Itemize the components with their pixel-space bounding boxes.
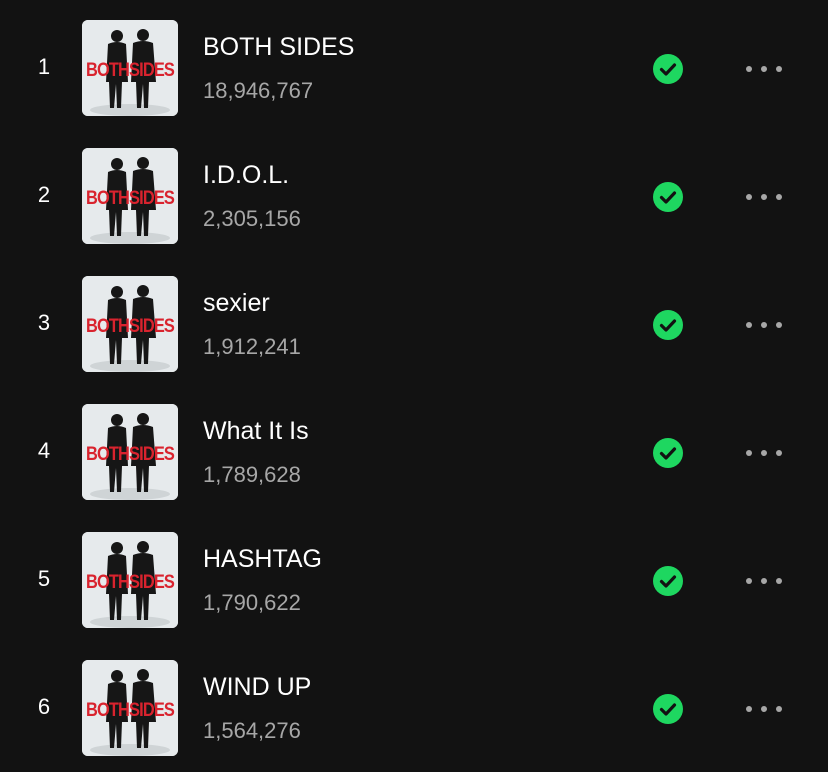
track-row[interactable]: 3 BOTHSIDES sexier 1,912,241 bbox=[0, 256, 828, 384]
track-play-count: 1,789,628 bbox=[203, 462, 301, 487]
track-row[interactable]: 1 BOTHSIDES BOTH SIDES 18,946,767 bbox=[0, 0, 828, 128]
more-options-button[interactable] bbox=[738, 54, 790, 84]
track-title[interactable]: HASHTAG bbox=[203, 545, 322, 574]
more-options-icon bbox=[746, 194, 752, 200]
track-title[interactable]: WIND UP bbox=[203, 673, 311, 702]
album-cover[interactable]: BOTHSIDES bbox=[82, 404, 178, 500]
track-row[interactable]: 4 BOTHSIDES What It Is 1,789,628 bbox=[0, 384, 828, 512]
cover-title-text: BOTHSIDES bbox=[86, 316, 174, 337]
more-options-icon bbox=[746, 450, 752, 456]
check-circle-icon[interactable] bbox=[653, 182, 683, 212]
more-options-button[interactable] bbox=[738, 566, 790, 596]
more-options-icon bbox=[746, 706, 752, 712]
track-number: 3 bbox=[37, 310, 51, 335]
check-circle-icon[interactable] bbox=[653, 310, 683, 340]
track-number: 2 bbox=[37, 182, 51, 207]
cover-title-text: BOTHSIDES bbox=[86, 572, 174, 593]
track-play-count: 18,946,767 bbox=[203, 78, 314, 103]
track-number: 5 bbox=[37, 566, 51, 591]
track-title[interactable]: sexier bbox=[203, 289, 270, 318]
track-play-count: 1,912,241 bbox=[203, 334, 301, 359]
cover-title-text: BOTHSIDES bbox=[86, 444, 174, 465]
check-circle-icon[interactable] bbox=[653, 438, 683, 468]
track-number: 1 bbox=[37, 54, 51, 79]
track-row[interactable]: 5 BOTHSIDES HASHTAG 1,790,622 bbox=[0, 512, 828, 640]
more-options-icon bbox=[746, 322, 752, 328]
track-number: 6 bbox=[37, 694, 51, 719]
more-options-button[interactable] bbox=[738, 694, 790, 724]
album-cover[interactable]: BOTHSIDES bbox=[82, 20, 178, 116]
track-title[interactable]: BOTH SIDES bbox=[203, 33, 354, 62]
more-options-button[interactable] bbox=[738, 310, 790, 340]
track-row[interactable]: 6 BOTHSIDES WIND UP 1,564,276 bbox=[0, 640, 828, 768]
album-cover[interactable]: BOTHSIDES bbox=[82, 532, 178, 628]
cover-title-text: BOTHSIDES bbox=[86, 60, 174, 81]
cover-title-text: BOTHSIDES bbox=[86, 188, 174, 209]
album-cover[interactable]: BOTHSIDES bbox=[82, 660, 178, 756]
check-circle-icon[interactable] bbox=[653, 54, 683, 84]
track-play-count: 1,790,622 bbox=[203, 590, 301, 615]
more-options-icon bbox=[746, 66, 752, 72]
album-cover[interactable]: BOTHSIDES bbox=[82, 148, 178, 244]
more-options-icon bbox=[746, 578, 752, 584]
cover-title-text: BOTHSIDES bbox=[86, 700, 174, 721]
track-title[interactable]: What It Is bbox=[203, 417, 309, 446]
track-list: 1 BOTHSIDES BOTH SIDES 18,946,767 2 BOTH… bbox=[0, 0, 828, 772]
check-circle-icon[interactable] bbox=[653, 566, 683, 596]
more-options-button[interactable] bbox=[738, 182, 790, 212]
track-row[interactable]: 2 BOTHSIDES I.D.O.L. 2,305,156 bbox=[0, 128, 828, 256]
check-circle-icon[interactable] bbox=[653, 694, 683, 724]
track-play-count: 2,305,156 bbox=[203, 206, 301, 231]
track-number: 4 bbox=[37, 438, 51, 463]
more-options-button[interactable] bbox=[738, 438, 790, 468]
track-title[interactable]: I.D.O.L. bbox=[203, 161, 289, 190]
album-cover[interactable]: BOTHSIDES bbox=[82, 276, 178, 372]
track-play-count: 1,564,276 bbox=[203, 718, 301, 743]
